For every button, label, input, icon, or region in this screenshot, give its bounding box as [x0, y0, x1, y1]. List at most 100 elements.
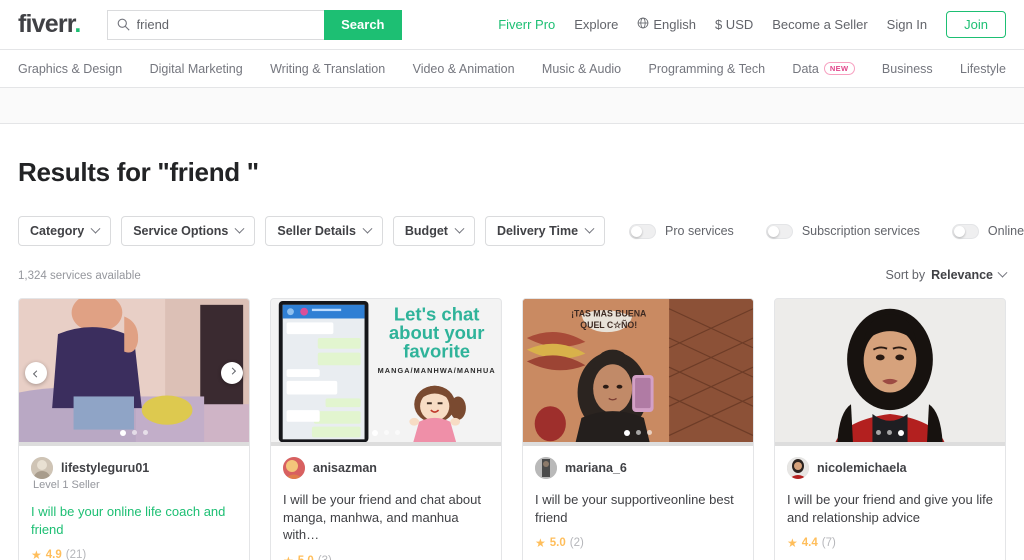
toggle-pro-services[interactable]: Pro services — [629, 223, 734, 239]
category-writing-translation[interactable]: Writing & Translation — [270, 62, 385, 76]
category-business[interactable]: Business — [882, 62, 933, 76]
toggle-label: Pro services — [665, 224, 734, 238]
carousel-next-button[interactable] — [221, 361, 243, 384]
gig-thumbnail[interactable]: Let's chat about your favorite MANGA/MAN… — [271, 299, 501, 446]
carousel-dot[interactable] — [384, 430, 389, 435]
carousel-dot[interactable] — [887, 430, 892, 435]
category-label: Digital Marketing — [149, 61, 243, 76]
gig-title[interactable]: I will be your friend and give you life … — [787, 491, 993, 526]
nav-fiverr-pro[interactable]: Fiverr Pro — [498, 17, 555, 32]
seller-name[interactable]: lifestyleguru01 — [61, 461, 149, 475]
carousel-dots[interactable] — [120, 430, 148, 436]
avatar-image — [787, 457, 809, 479]
nav-language-label: English — [653, 17, 696, 32]
toggle-label: Online sellers — [987, 224, 1024, 238]
nav-currency[interactable]: $ USD — [715, 17, 753, 32]
category-label: Music & Audio — [541, 61, 622, 76]
gig-thumbnail[interactable] — [775, 299, 1005, 446]
seller-name[interactable]: mariana_6 — [565, 461, 627, 475]
filter-seller-details[interactable]: Seller Details — [265, 216, 383, 246]
gig-card[interactable]: nicolemichaela I will be your friend and… — [774, 298, 1006, 560]
avatar[interactable] — [535, 457, 557, 479]
category-lifestyle[interactable]: Lifestyle — [960, 62, 1006, 76]
star-icon: ★ — [787, 536, 798, 551]
carousel-dots[interactable] — [876, 430, 904, 436]
avatar[interactable] — [31, 457, 53, 479]
carousel-dot[interactable] — [898, 430, 904, 436]
sort-dropdown[interactable]: Sort by Relevance — [886, 267, 1008, 282]
subscription-services-switch[interactable] — [765, 223, 793, 239]
carousel-dot[interactable] — [636, 430, 641, 435]
results-count: 1,324 services available — [18, 270, 141, 282]
carousel-prev-button[interactable] — [25, 361, 47, 384]
gig-thumbnail[interactable]: ¡TAS MAS BUENA QUEL C☆ÑO! — [523, 299, 753, 446]
join-button[interactable]: Join — [946, 11, 1006, 38]
switch-knob — [953, 225, 965, 237]
filter-service-options[interactable]: Service Options — [121, 216, 256, 246]
carousel-dots[interactable] — [372, 430, 400, 436]
filter-delivery-time[interactable]: Delivery Time — [484, 216, 606, 246]
fiverr-logo[interactable]: fiverr. — [18, 12, 87, 37]
rating-count: (2) — [569, 537, 584, 550]
gig-title[interactable]: I will be your friend and chat about man… — [283, 491, 489, 544]
carousel-dot[interactable] — [395, 430, 400, 435]
seller-row[interactable]: lifestyleguru01 — [31, 457, 237, 479]
carousel-dot[interactable] — [143, 430, 148, 435]
filter-label: Delivery Time — [496, 224, 579, 238]
avatar[interactable] — [787, 457, 809, 479]
carousel-dot[interactable] — [876, 430, 881, 435]
rating-score: 4.4 — [801, 537, 818, 550]
seller-row[interactable]: nicolemichaela — [787, 457, 993, 479]
filter-budget[interactable]: Budget — [392, 216, 475, 246]
category-graphics-design[interactable]: Graphics & Design — [18, 62, 122, 76]
category-label: Programming & Tech — [648, 61, 766, 76]
gig-title[interactable]: I will be your supportiveonline best fri… — [535, 491, 741, 526]
category-programming-tech[interactable]: Programming & Tech — [649, 62, 766, 76]
seller-row[interactable]: mariana_6 — [535, 457, 741, 479]
chevron-down-icon — [362, 223, 373, 234]
gig-thumbnail[interactable] — [19, 299, 249, 446]
top-nav: Fiverr Pro Explore English $ USD Become … — [498, 11, 1006, 38]
carousel-dot[interactable] — [132, 430, 137, 435]
gig-title[interactable]: I will be your online life coach and fri… — [31, 503, 237, 538]
toggle-online-sellers[interactable]: Online sellers — [951, 223, 1024, 239]
category-digital-marketing[interactable]: Digital Marketing — [150, 62, 243, 76]
star-icon: ★ — [31, 548, 42, 560]
seller-name[interactable]: nicolemichaela — [817, 461, 907, 475]
pro-services-switch[interactable] — [629, 223, 657, 239]
nav-become-a-seller[interactable]: Become a Seller — [772, 17, 867, 32]
toggle-subscription-services[interactable]: Subscription services — [765, 223, 920, 239]
carousel-dot[interactable] — [372, 430, 378, 436]
category-video-animation[interactable]: Video & Animation — [413, 62, 515, 76]
avatar[interactable] — [283, 457, 305, 479]
seller-row[interactable]: anisazman — [283, 457, 489, 479]
filter-category[interactable]: Category — [18, 216, 112, 246]
gig-card[interactable]: ¡TAS MAS BUENA QUEL C☆ÑO! mariana_6 I wi… — [522, 298, 754, 560]
search-input[interactable] — [136, 17, 316, 32]
gig-card[interactable]: lifestyleguru01 Level 1 Seller I will be… — [18, 298, 250, 560]
results-meta: 1,324 services available Sort by Relevan… — [18, 267, 1008, 282]
search-box[interactable] — [106, 9, 325, 40]
search-button[interactable]: Search — [324, 9, 402, 40]
category-music-audio[interactable]: Music & Audio — [542, 62, 621, 76]
top-header: fiverr. Search Fiverr Pro Explore Englis… — [0, 0, 1024, 50]
online-sellers-switch[interactable] — [951, 223, 979, 239]
category-data[interactable]: Data NEW — [792, 61, 855, 76]
nav-language[interactable]: English — [637, 17, 696, 32]
new-badge: NEW — [823, 61, 855, 76]
carousel-dot[interactable] — [120, 430, 126, 436]
category-label: Writing & Translation — [270, 61, 386, 76]
gig-card-body: nicolemichaela I will be your friend and… — [775, 446, 1005, 560]
nav-explore[interactable]: Explore — [574, 17, 618, 32]
chevron-down-icon — [90, 223, 101, 234]
carousel-dots[interactable] — [624, 430, 652, 436]
gig-card-body: mariana_6 I will be your supportiveonlin… — [523, 446, 753, 560]
nav-sign-in[interactable]: Sign In — [887, 17, 927, 32]
avatar-image — [283, 457, 305, 479]
category-label: Lifestyle — [960, 61, 1006, 76]
avatar-image — [535, 457, 557, 479]
carousel-dot[interactable] — [624, 430, 630, 436]
carousel-dot[interactable] — [647, 430, 652, 435]
seller-name[interactable]: anisazman — [313, 461, 377, 475]
gig-card[interactable]: Let's chat about your favorite MANGA/MAN… — [270, 298, 502, 560]
